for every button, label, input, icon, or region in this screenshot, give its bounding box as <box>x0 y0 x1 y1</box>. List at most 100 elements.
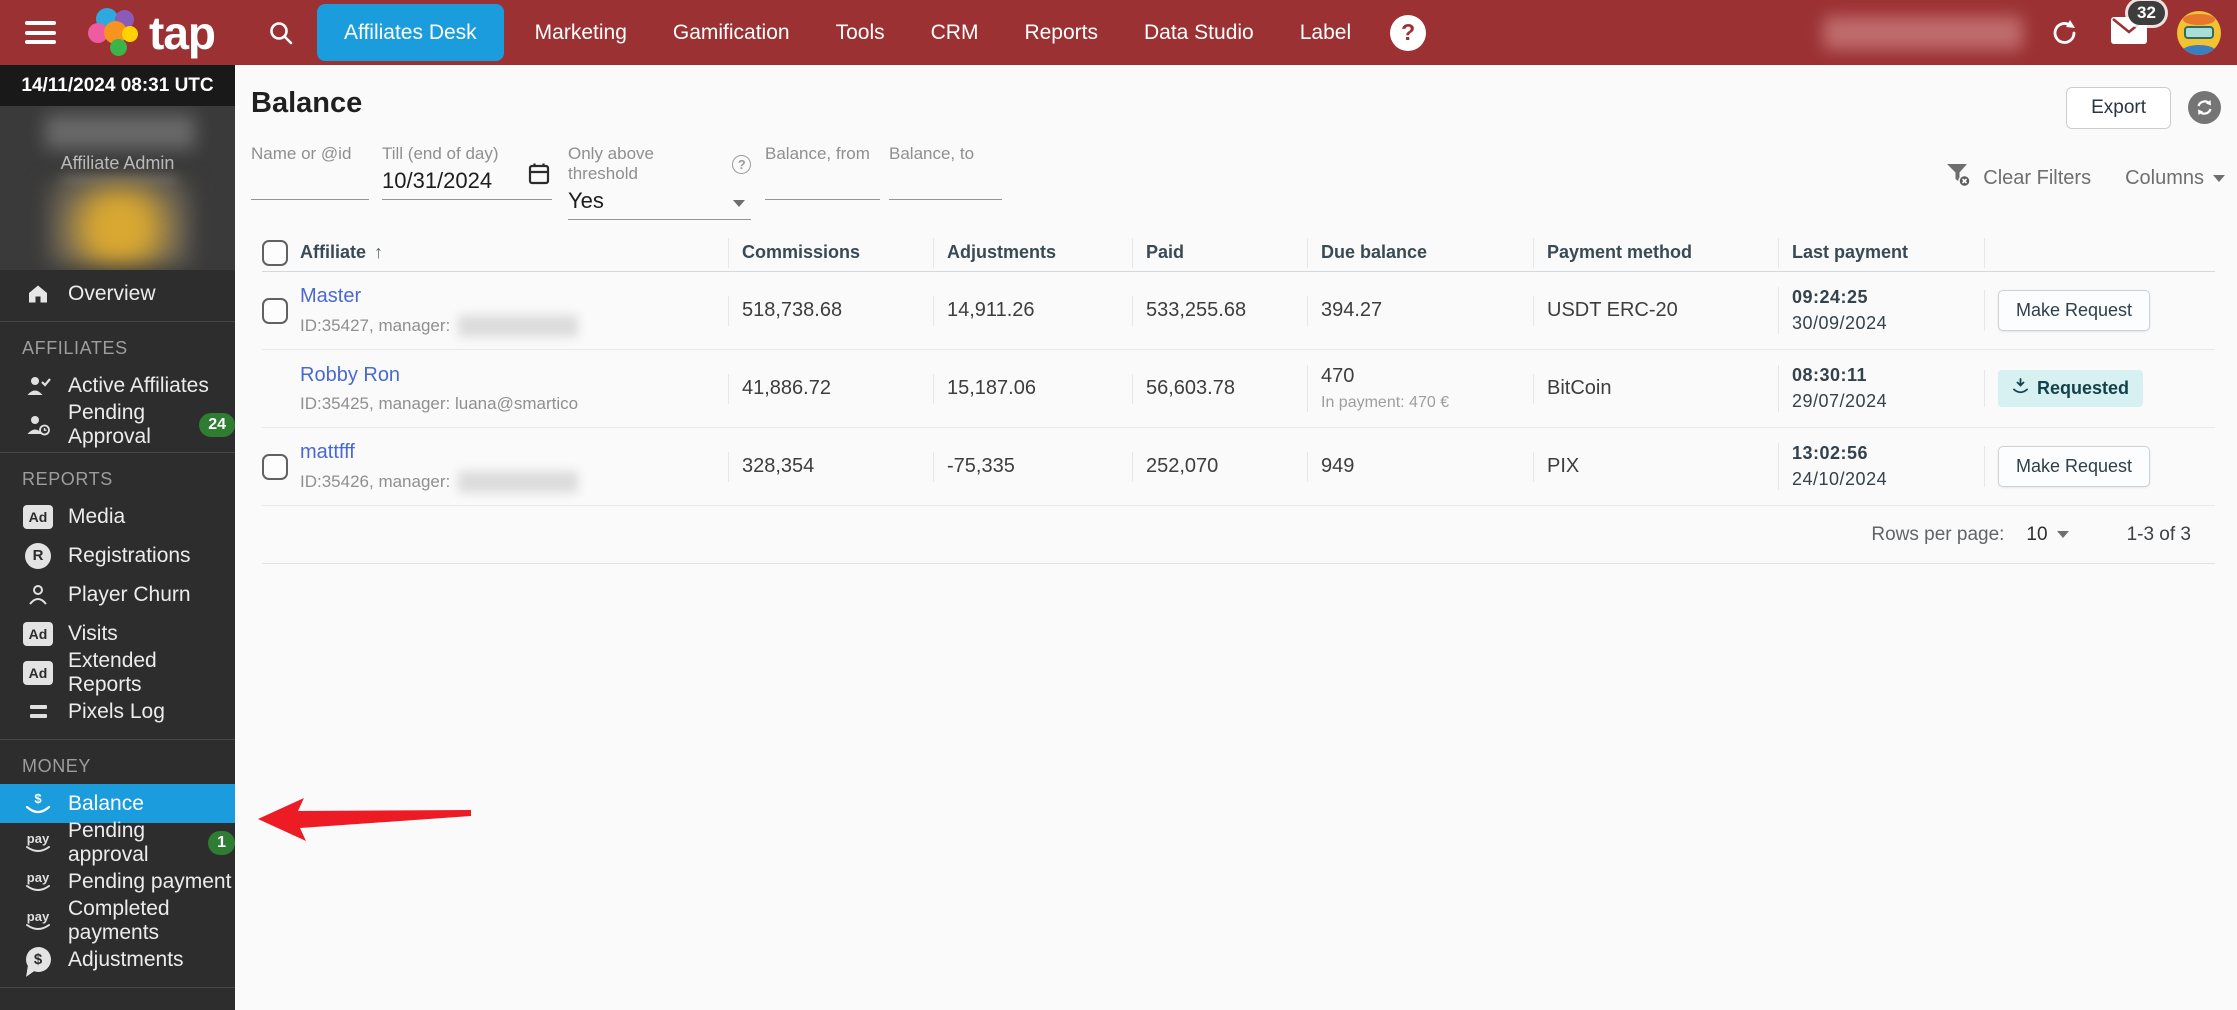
header-paid[interactable]: Paid <box>1132 237 1307 268</box>
nav-reports[interactable]: Reports <box>1001 21 1121 45</box>
user-avatar[interactable] <box>2177 10 2221 55</box>
affiliate-meta: ID:35426, manager: <box>300 471 451 491</box>
nav-crm[interactable]: CRM <box>908 21 1002 45</box>
sidebar-item-pending-approval[interactable]: Pending Approval 24 <box>0 401 235 448</box>
sidebar-item-label: Pending payment <box>68 869 232 893</box>
redacted-manager-name <box>458 470 579 493</box>
redacted-account-text <box>1823 15 2023 50</box>
sidebar-item-money-pending-approval[interactable]: pay Pending approval 1 <box>0 819 235 866</box>
sidebar-item-extended-reports[interactable]: Ad Extended Reports <box>0 649 235 696</box>
filter-label: Balance, to <box>889 144 975 163</box>
table-row: Master ID:35427, manager: 518,738.68 14,… <box>262 272 2215 350</box>
clear-filters-button[interactable]: Clear Filters <box>1946 162 2091 194</box>
threshold-select[interactable]: Yes <box>568 184 751 220</box>
sidebar-item-player-churn[interactable]: Player Churn <box>0 575 235 614</box>
help-icon[interactable]: ? <box>1390 14 1427 51</box>
header-actions <box>1984 237 2215 268</box>
filter-only-above-threshold: Only above threshold ? Yes <box>568 144 751 220</box>
nav-tools[interactable]: Tools <box>813 21 908 45</box>
make-request-button[interactable]: Make Request <box>1998 290 2151 331</box>
table-row: Robby Ron ID:35425, manager: luana@smart… <box>262 350 2215 428</box>
sidebar-item-label: Adjustments <box>68 947 184 971</box>
affiliate-link[interactable]: Robby Ron <box>300 364 400 387</box>
affiliate-link[interactable]: mattfff <box>300 441 355 464</box>
row-checkbox[interactable] <box>262 297 288 324</box>
nav-gamification[interactable]: Gamification <box>650 21 813 45</box>
export-button[interactable]: Export <box>2066 87 2171 129</box>
due-balance-value: 470 <box>1321 365 1355 387</box>
person-check-icon <box>22 374 54 398</box>
nav-data-studio[interactable]: Data Studio <box>1121 21 1277 45</box>
sidebar-item-label: Pixels Log <box>68 699 165 723</box>
paid-value: 252,070 <box>1132 451 1307 482</box>
row-checkbox[interactable] <box>262 453 288 480</box>
refresh-icon[interactable] <box>2049 17 2081 49</box>
sidebar-item-label: Pending approval <box>68 818 149 866</box>
affiliate-link[interactable]: Master <box>300 285 361 308</box>
hamburger-menu-icon[interactable] <box>25 16 56 50</box>
header-payment-method[interactable]: Payment method <box>1533 237 1778 268</box>
divider <box>0 321 235 322</box>
sidebar-item-label: Media <box>68 504 126 528</box>
sidebar-item-pixels-log[interactable]: Pixels Log <box>0 692 235 731</box>
last-payment-time: 09:24:25 <box>1792 287 1869 307</box>
balance-to-input[interactable] <box>889 164 1002 200</box>
ad-box-icon: Ad <box>22 504 54 529</box>
sidebar-item-overview[interactable]: Overview <box>0 274 235 313</box>
requested-hand-icon <box>2012 378 2029 399</box>
sidebar-item-adjustments[interactable]: $ Adjustments <box>0 940 235 979</box>
filter-label: Till (end of day) <box>382 144 499 163</box>
header-last-payment[interactable]: Last payment <box>1778 237 1984 268</box>
sidebar-item-media[interactable]: Ad Media <box>0 497 235 536</box>
pay-icon: pay <box>22 832 54 854</box>
balance-from-input[interactable] <box>765 164 880 200</box>
nav-marketing[interactable]: Marketing <box>512 21 650 45</box>
adjustments-value: 14,911.26 <box>933 295 1132 326</box>
sidebar-item-label: Extended Reports <box>68 648 157 696</box>
sync-icon[interactable] <box>2188 91 2221 124</box>
header-due-balance[interactable]: Due balance <box>1307 237 1533 268</box>
header-commissions[interactable]: Commissions <box>728 237 933 268</box>
sidebar-item-balance[interactable]: $ Balance <box>0 784 235 823</box>
due-balance-value: 394.27 <box>1307 295 1533 326</box>
paid-value: 56,603.78 <box>1132 373 1307 404</box>
last-payment-time: 13:02:56 <box>1792 443 1869 463</box>
name-or-id-input[interactable] <box>251 164 369 200</box>
sidebar-item-visits[interactable]: Ad Visits <box>0 614 235 653</box>
select-all-checkbox[interactable] <box>262 239 288 266</box>
sidebar-item-active-affiliates[interactable]: Active Affiliates <box>0 366 235 405</box>
main-content: Balance Export Name or @id Till (end of … <box>235 65 2237 1010</box>
sidebar-item-label: Registrations <box>68 543 191 567</box>
nav-affiliates-desk[interactable]: Affiliates Desk <box>317 4 504 61</box>
sidebar-nav: Overview AFFILIATES Active Affiliates Pe… <box>0 270 235 988</box>
threshold-help-icon[interactable]: ? <box>732 154 751 174</box>
mail-icon[interactable]: 32 <box>2111 0 2165 49</box>
funnel-clear-icon <box>1946 162 1973 194</box>
sidebar-item-registrations[interactable]: R Registrations <box>0 536 235 575</box>
make-request-button[interactable]: Make Request <box>1998 446 2151 487</box>
filter-name-or-id: Name or @id <box>251 144 369 200</box>
money-pending-approval-count-badge: 1 <box>208 830 235 855</box>
notification-badge: 32 <box>2128 0 2165 25</box>
search-icon[interactable] <box>267 19 295 47</box>
columns-dropdown[interactable]: Columns <box>2125 167 2225 190</box>
adjustments-value: -75,335 <box>933 451 1132 482</box>
paid-value: 533,255.68 <box>1132 295 1307 326</box>
header-adjustments[interactable]: Adjustments <box>933 237 1132 268</box>
commissions-value: 328,354 <box>728 451 933 482</box>
header-affiliate[interactable]: Affiliate ↑ <box>300 238 728 268</box>
adjustments-value: 15,187.06 <box>933 373 1132 404</box>
sidebar-item-pending-payment[interactable]: pay Pending payment <box>0 862 235 901</box>
redacted-profile-avatar <box>47 182 192 266</box>
r-circle-icon: R <box>22 542 54 569</box>
person-icon <box>22 583 54 607</box>
sort-ascending-icon[interactable]: ↑ <box>374 242 383 263</box>
sidebar-item-completed-payments[interactable]: pay Completed payments <box>0 897 235 944</box>
nav-label[interactable]: Label <box>1277 21 1374 45</box>
rows-per-page-select[interactable]: 10 <box>2026 524 2069 546</box>
calendar-icon[interactable] <box>528 162 550 192</box>
rows-per-page-label: Rows per page: <box>1871 523 2005 545</box>
till-date-input[interactable]: 10/31/2024 <box>382 162 552 200</box>
page-header: Balance Export <box>235 65 2237 140</box>
last-payment-date: 29/07/2024 <box>1792 391 1888 411</box>
